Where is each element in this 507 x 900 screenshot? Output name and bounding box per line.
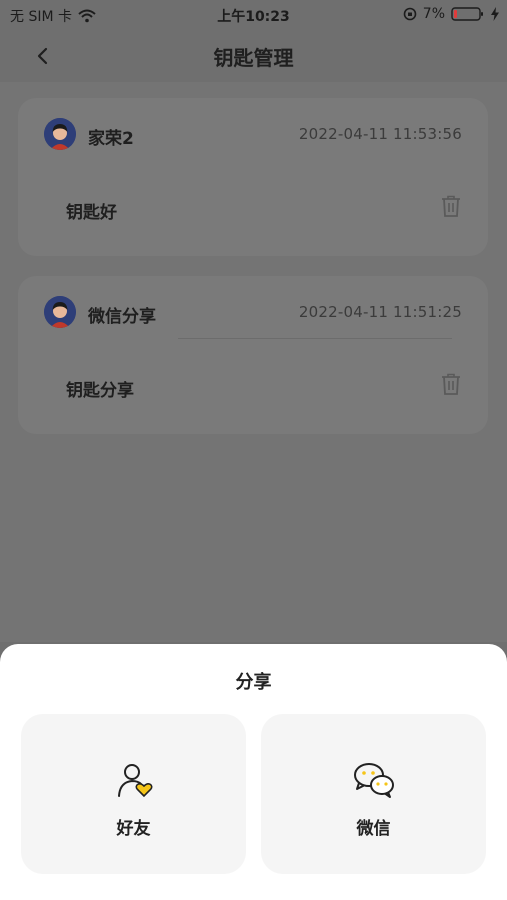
share-wechat-label: 微信 xyxy=(356,819,391,839)
share-friend-label: 好友 xyxy=(116,819,151,839)
key-name: 钥匙分享 xyxy=(66,381,134,401)
sharer-name: 微信分享 xyxy=(88,307,156,327)
key-name: 钥匙好 xyxy=(66,203,117,223)
battery-percent: 7% xyxy=(422,6,445,22)
nav-bar: 钥匙管理 xyxy=(0,30,507,82)
delete-button[interactable] xyxy=(440,372,462,396)
status-right: 7% xyxy=(403,6,499,22)
avatar xyxy=(44,118,76,150)
trash-icon xyxy=(442,195,460,217)
key-card[interactable]: 家荣2 2022-04-11 11:53:56 钥匙好 xyxy=(18,98,488,256)
sheet-title: 分享 xyxy=(235,672,272,693)
charging-icon xyxy=(491,7,499,21)
divider xyxy=(178,338,452,339)
battery-icon xyxy=(451,7,483,21)
avatar xyxy=(44,296,76,328)
status-bar: 无 SIM 卡 上午10:23 7% xyxy=(0,0,507,30)
user-avatar-icon xyxy=(44,296,76,328)
share-sheet: 分享 好友 微信 xyxy=(0,644,507,900)
key-card[interactable]: 微信分享 2022-04-11 11:51:25 钥匙分享 xyxy=(18,276,488,434)
wechat-icon xyxy=(353,763,394,798)
orientation-lock-icon xyxy=(403,7,417,21)
sharer-name: 家荣2 xyxy=(88,129,134,149)
share-datetime: 2022-04-11 11:53:56 xyxy=(298,125,462,143)
friend-heart-icon xyxy=(117,764,153,798)
trash-icon xyxy=(442,373,460,395)
user-avatar-icon xyxy=(44,118,76,150)
delete-button[interactable] xyxy=(440,194,462,218)
share-wechat-button[interactable]: 微信 xyxy=(261,714,486,874)
page-title: 钥匙管理 xyxy=(213,46,294,70)
share-datetime: 2022-04-11 11:51:25 xyxy=(298,303,462,321)
share-friend-button[interactable]: 好友 xyxy=(21,714,246,874)
key-list: 家荣2 2022-04-11 11:53:56 钥匙好 微信分享 2022-04… xyxy=(0,82,507,642)
